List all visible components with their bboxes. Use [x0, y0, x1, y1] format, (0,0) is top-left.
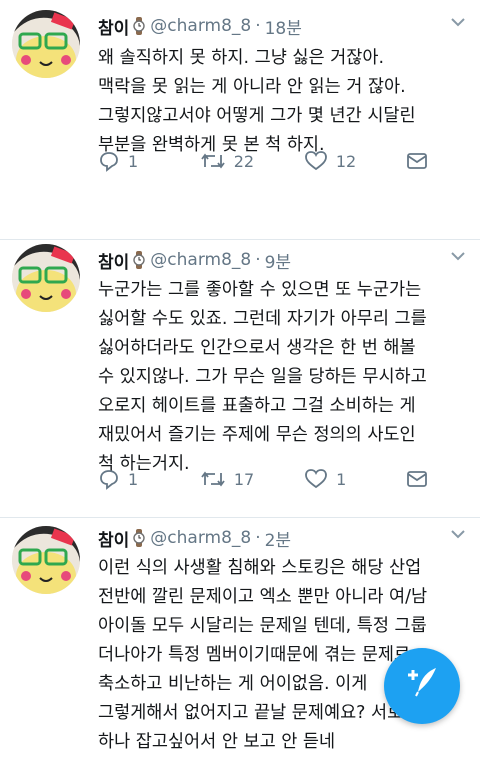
separator-dot: · — [255, 528, 261, 548]
tweet-header: 참이 @charm8_8 · 2분 — [98, 524, 291, 552]
retweet-icon — [201, 471, 225, 487]
handle[interactable]: @charm8_8 — [150, 528, 251, 548]
tweet-text-line: 맥락을 못 읽는 게 아니라 안 읽는 거 잖아. — [98, 77, 406, 97]
tweet-text-line: 이런 식의 사생활 침해와 스토킹은 해당 산업 — [98, 558, 422, 578]
tweet-text: 왜 솔직하지 못 하지. 그냥 싫은 거잖아. 맥락을 못 읽는 게 아니라 안… — [98, 44, 462, 160]
chevron-down-icon[interactable] — [450, 250, 466, 262]
compose-tweet-icon — [408, 668, 436, 697]
tweet-text-line: 오로지 헤이트를 표출하고 그걸 소비하는 게 — [98, 396, 416, 416]
reply-button[interactable]: 1 — [98, 150, 150, 172]
chevron-down-icon[interactable] — [450, 528, 466, 540]
tweet-text-line: 싫어할 수도 있죠. 그런데 자기가 아무리 그를 — [98, 309, 427, 329]
handle[interactable]: @charm8_8 — [150, 16, 251, 36]
separator-dot: · — [255, 250, 261, 270]
reply-button[interactable]: 1 — [98, 468, 150, 490]
tweet-actions: 1 22 12 — [98, 150, 428, 172]
heart-icon — [304, 151, 327, 171]
chevron-down-icon[interactable] — [450, 16, 466, 28]
handle[interactable]: @charm8_8 — [150, 250, 251, 270]
watch-emoji-icon — [133, 17, 145, 35]
tweet-text-line: 그렇지않고서야 어떻게 그가 몇 년간 시달린 — [98, 106, 416, 126]
like-button[interactable]: 12 — [304, 150, 356, 172]
avatar-image — [12, 244, 80, 312]
avatar-image — [12, 10, 80, 78]
reply-count: 1 — [128, 151, 139, 171]
avatar[interactable] — [12, 526, 80, 594]
tweet-text-line: 싫어하더라도 인간으로서 생각은 한 번 해볼 — [98, 338, 416, 358]
timestamp[interactable]: 2분 — [265, 526, 291, 551]
reply-icon — [100, 470, 118, 490]
timestamp[interactable]: 18분 — [265, 14, 302, 39]
tweet-header: 참이 @charm8_8 · 18분 — [98, 12, 302, 40]
separator-dot: · — [255, 16, 261, 36]
retweet-count: 22 — [233, 151, 255, 171]
like-count: 12 — [335, 151, 357, 171]
tweet-text-line: 수 있지않나. 그가 무슨 일을 당하든 무시하고 — [98, 367, 427, 387]
display-name[interactable]: 참이 — [98, 526, 129, 551]
retweet-button[interactable]: 22 — [200, 150, 254, 172]
tweet-text-line: 누군가는 그를 좋아할 수 있으면 또 누군가는 — [98, 280, 422, 300]
tweet-text-line: 전반에 깔린 문제이고 엑소 뿐만 아니라 여/남 — [98, 587, 428, 607]
retweet-icon — [201, 153, 225, 169]
reply-count: 1 — [128, 469, 139, 489]
watch-emoji-icon — [133, 529, 145, 547]
reply-icon — [100, 152, 118, 172]
direct-message-button[interactable] — [406, 470, 428, 488]
direct-message-button[interactable] — [406, 152, 428, 170]
envelope-icon — [407, 471, 427, 487]
envelope-icon — [407, 153, 427, 169]
display-name[interactable]: 참이 — [98, 14, 129, 39]
like-button[interactable]: 1 — [304, 468, 356, 490]
compose-tweet-button[interactable] — [384, 648, 460, 724]
display-name[interactable]: 참이 — [98, 248, 129, 273]
tweet[interactable]: 참이 @charm8_8 · 9분 누군가는 그를 좋아할 수 있으면 또 누군… — [0, 240, 480, 518]
avatar[interactable] — [12, 10, 80, 78]
tweet-text-line: 왜 솔직하지 못 하지. 그냥 싫은 거잖아. — [98, 48, 385, 68]
tweet-text-line: 재밌어서 즐기는 주제에 무슨 정의의 사도인 — [98, 425, 416, 445]
timestamp[interactable]: 9분 — [265, 248, 291, 273]
tweet-text-line: 아이돌 모두 시달리는 문제일 텐데, 특정 그룹 — [98, 616, 427, 636]
avatar-image — [12, 526, 80, 594]
tweet-text-line: 하나 잡고싶어서 안 보고 안 듣네 — [98, 732, 336, 752]
heart-icon — [305, 469, 328, 489]
tweet-text: 누군가는 그를 좋아할 수 있으면 또 누군가는 싫어할 수도 있죠. 그런데 … — [98, 276, 462, 479]
tweet-header: 참이 @charm8_8 · 9분 — [98, 246, 291, 274]
retweet-count: 17 — [233, 469, 255, 489]
avatar[interactable] — [12, 244, 80, 312]
like-count: 1 — [336, 469, 347, 489]
tweet-actions: 1 17 1 — [98, 468, 428, 490]
watch-emoji-icon — [133, 251, 145, 269]
tweet[interactable]: 참이 @charm8_8 · 18분 왜 솔직하지 못 하지. 그냥 싫은 거잖… — [0, 0, 480, 240]
retweet-button[interactable]: 17 — [200, 468, 254, 490]
